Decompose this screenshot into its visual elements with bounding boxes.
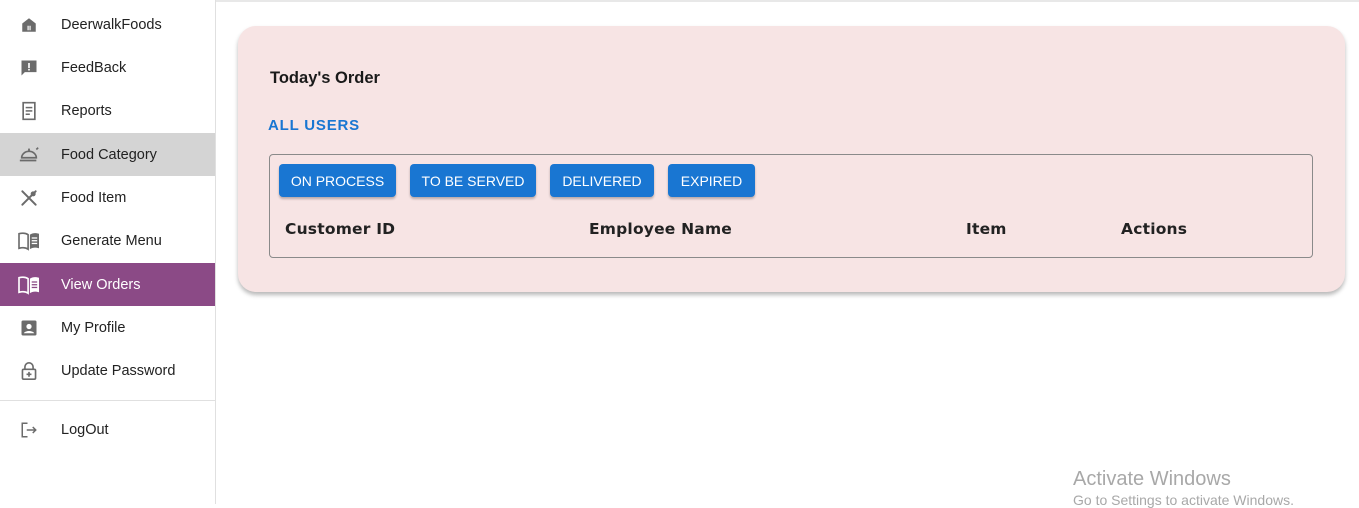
logout-icon: [18, 419, 40, 441]
sidebar-item-label: LogOut: [61, 421, 109, 438]
expired-button[interactable]: EXPIRED: [668, 164, 755, 197]
sidebar-item-deerwalkfoods[interactable]: DeerwalkFoods: [0, 3, 215, 46]
sidebar-item-view-orders[interactable]: View Orders: [0, 263, 215, 306]
menu-book-icon: [18, 230, 40, 252]
activation-watermark-title: Activate Windows: [1073, 468, 1231, 490]
sidebar-item-label: DeerwalkFoods: [61, 16, 162, 33]
sidebar-item-feedback[interactable]: FeedBack: [0, 46, 215, 89]
sidebar-divider: [0, 400, 215, 401]
receipt-icon: [18, 100, 40, 122]
sidebar-item-reports[interactable]: Reports: [0, 89, 215, 132]
sidebar-item-food-item[interactable]: Food Item: [0, 176, 215, 219]
column-header-actions: Actions: [1121, 220, 1188, 238]
sidebar-item-food-category[interactable]: Food Category: [0, 133, 215, 176]
menu-book-icon: [18, 274, 40, 296]
orders-table: ON PROCESS TO BE SERVED DELIVERED EXPIRE…: [269, 154, 1313, 258]
sidebar-item-label: Reports: [61, 102, 112, 119]
sidebar-item-label: Food Category: [61, 146, 157, 163]
sidebar-item-label: Generate Menu: [61, 232, 162, 249]
sidebar-item-label: FeedBack: [61, 59, 127, 76]
sidebar-item-label: Update Password: [61, 362, 176, 379]
activation-watermark-subtitle: Go to Settings to activate Windows.: [1073, 492, 1294, 508]
orders-card: Today's Order ALL USERS ON PROCESS TO BE…: [238, 26, 1345, 292]
feedback-icon: [18, 57, 40, 79]
room-service-icon: [18, 144, 40, 166]
column-header-item: Item: [966, 220, 1007, 238]
on-process-button[interactable]: ON PROCESS: [279, 164, 396, 197]
sidebar-item-update-password[interactable]: Update Password: [0, 349, 215, 392]
column-header-customer-id: Customer ID: [285, 220, 396, 238]
to-be-served-button[interactable]: TO BE SERVED: [410, 164, 536, 197]
restaurant-icon: [18, 187, 40, 209]
all-users-link[interactable]: ALL USERS: [268, 117, 360, 134]
sidebar-item-label: My Profile: [61, 319, 126, 336]
lock-icon: [18, 360, 40, 382]
column-header-employee-name: Employee Name: [589, 220, 733, 238]
top-divider: [216, 0, 1359, 2]
sidebar-item-label: Food Item: [61, 189, 127, 206]
page-title: Today's Order: [270, 69, 380, 87]
account-box-icon: [18, 317, 40, 339]
delivered-button[interactable]: DELIVERED: [550, 164, 654, 197]
sidebar-item-my-profile[interactable]: My Profile: [0, 306, 215, 349]
sidebar-item-label: View Orders: [61, 276, 141, 293]
sidebar-item-logout[interactable]: LogOut: [0, 408, 215, 451]
sidebar-item-generate-menu[interactable]: Generate Menu: [0, 219, 215, 262]
home-icon: [18, 14, 40, 36]
sidebar: DeerwalkFoods FeedBack Reports Food Cate…: [0, 0, 216, 504]
